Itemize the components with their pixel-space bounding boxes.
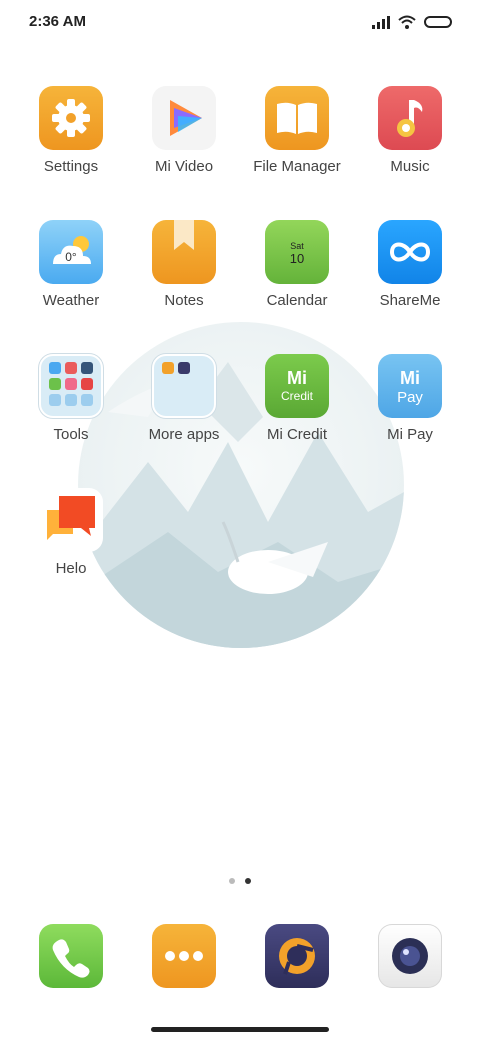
dock-browser[interactable] [265, 924, 329, 988]
dock-phone[interactable] [39, 924, 103, 988]
folder-icon [39, 354, 103, 418]
browser-icon [279, 938, 315, 975]
mi-logo-text: Mi [400, 368, 420, 388]
app-notes[interactable]: Notes [128, 220, 240, 330]
music-note-icon [378, 86, 442, 150]
gear-icon [39, 86, 103, 150]
dock-camera[interactable] [378, 924, 442, 988]
page-dot[interactable] [229, 878, 235, 884]
infinity-icon [378, 220, 442, 284]
page-indicator [0, 878, 480, 884]
app-mi-credit[interactable]: Mi Credit Mi Credit [241, 354, 353, 464]
wifi-icon [398, 15, 416, 29]
cloud-sun-icon: 0° [39, 220, 103, 284]
app-label: Mi Pay [387, 426, 433, 443]
more-dots-icon [165, 951, 203, 961]
app-mi-video[interactable]: Mi Video [128, 86, 240, 196]
app-weather[interactable]: 0° Weather [15, 220, 127, 330]
mi-logo-text: Mi [287, 368, 307, 388]
bookmark-icon [152, 220, 216, 284]
app-label: ShareMe [379, 292, 441, 309]
mi-credit-text: Credit [281, 389, 314, 403]
folder-tools[interactable]: Tools [15, 354, 127, 464]
calendar-icon: Sat 10 [265, 220, 329, 284]
weather-temp: 0° [65, 250, 77, 264]
signal-icon [372, 15, 390, 29]
dock-messages[interactable] [152, 924, 216, 988]
app-calendar[interactable]: Sat 10 Calendar [241, 220, 353, 330]
book-icon [265, 86, 329, 150]
mi-pay-text: Pay [397, 389, 423, 406]
clock: 2:36 AM [29, 13, 86, 30]
app-helo[interactable]: Helo [15, 488, 127, 598]
status-icons [372, 13, 452, 31]
mi-pay-icon: Mi Pay [378, 354, 442, 418]
app-settings[interactable]: Settings [15, 86, 127, 196]
calendar-date: 10 [290, 251, 304, 266]
mi-credit-icon: Mi Credit [265, 354, 329, 418]
play-icon [152, 86, 216, 150]
app-label: Helo [55, 560, 87, 577]
app-label: Music [390, 158, 430, 175]
app-shareme[interactable]: ShareMe [354, 220, 466, 330]
app-mi-pay[interactable]: Mi Pay Mi Pay [354, 354, 466, 464]
app-file-manager[interactable]: File Manager [241, 86, 353, 196]
folder-icon [152, 354, 216, 418]
status-bar: 2:36 AM [0, 0, 480, 44]
calendar-day: Sat [290, 241, 304, 251]
camera-icon [392, 938, 428, 974]
chat-bubbles-icon [39, 488, 103, 552]
home-indicator[interactable] [151, 1027, 329, 1032]
page-dot-active[interactable] [245, 878, 251, 884]
folder-more-apps[interactable]: More apps [128, 354, 240, 464]
battery-icon [424, 16, 452, 28]
phone-icon [52, 939, 90, 978]
app-music[interactable]: Music [354, 86, 466, 196]
